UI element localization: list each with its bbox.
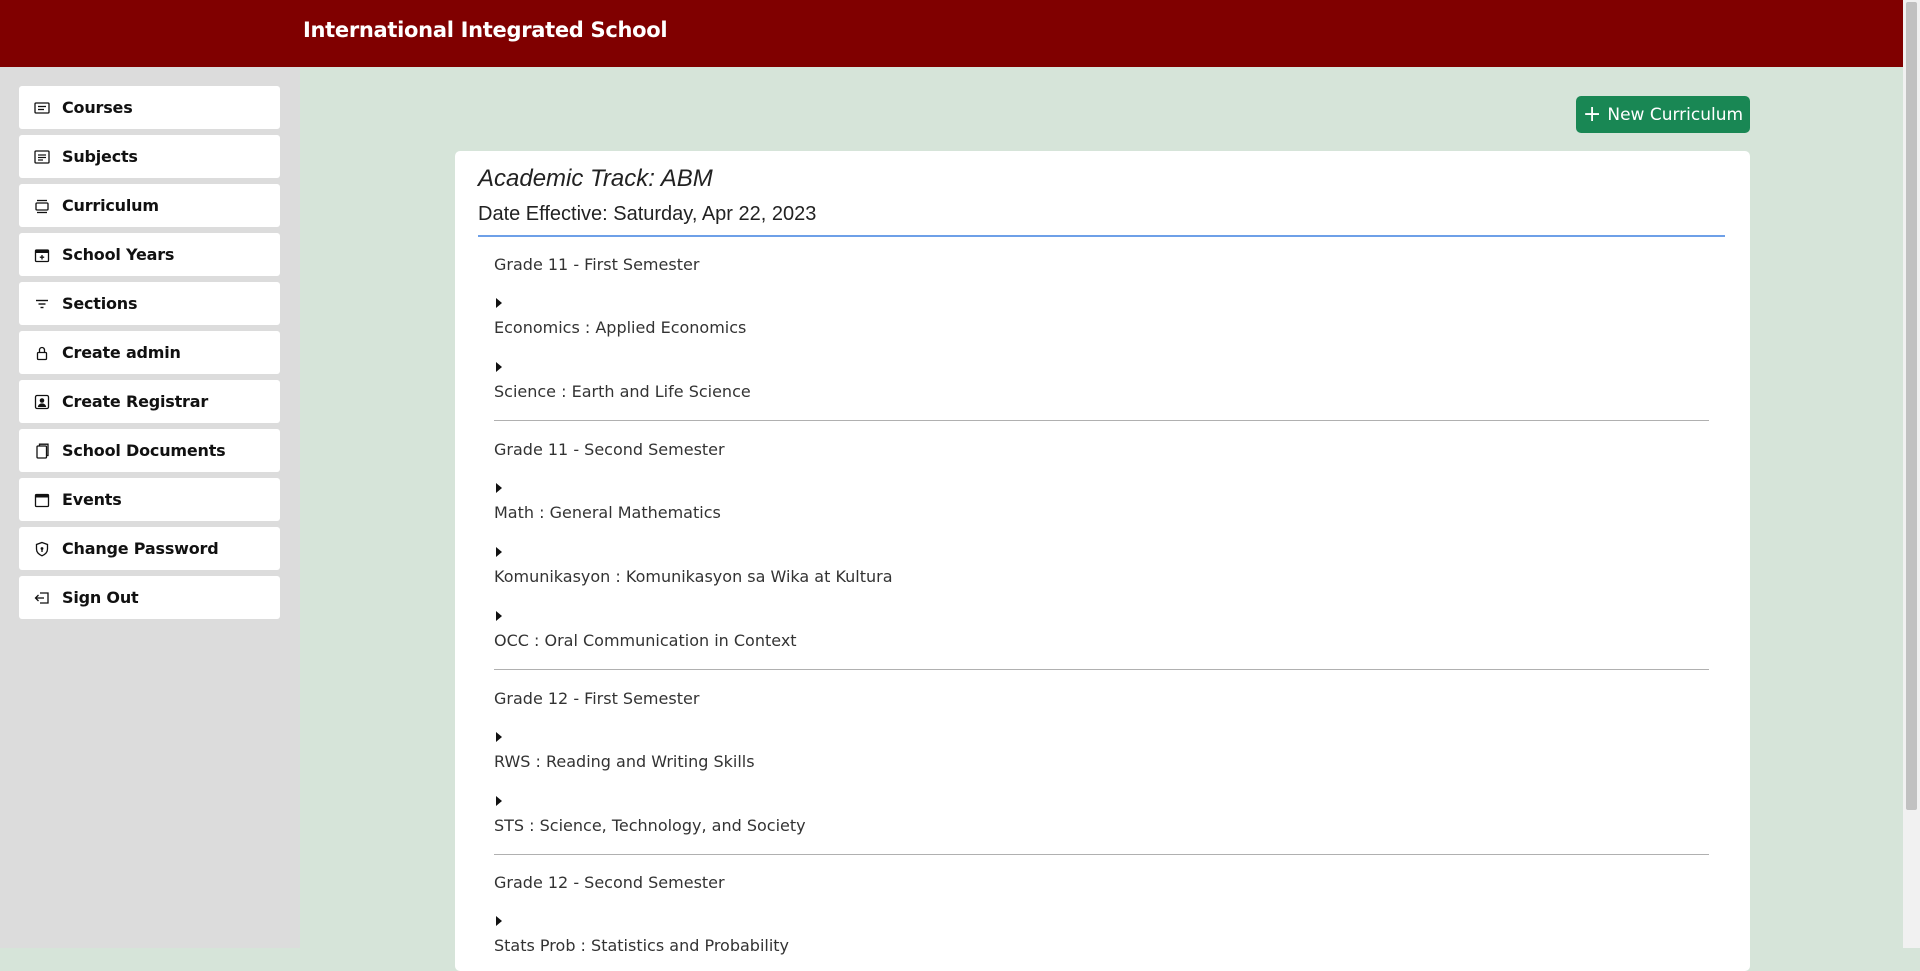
curriculum-card: Academic Track: ABM Date Effective: Satu… [455, 151, 1750, 971]
sidebar-item-label: Sign Out [62, 588, 139, 607]
sidebar-item-label: School Years [62, 245, 175, 264]
lock-icon [34, 345, 50, 361]
sidebar-item-subjects[interactable]: Subjects [19, 135, 280, 178]
expand-caret-icon[interactable] [496, 796, 502, 806]
sidebar-item-sign-out[interactable]: Sign Out [19, 576, 280, 619]
sidebar: Courses Subjects Curriculum School Years… [0, 67, 300, 948]
date-effective: Date Effective: Saturday, Apr 22, 2023 [478, 203, 817, 225]
subject-item: OCC : Oral Communication in Context [494, 631, 797, 650]
expand-caret-icon[interactable] [496, 611, 502, 621]
expand-caret-icon[interactable] [496, 916, 502, 926]
person-badge-icon [34, 394, 50, 410]
sidebar-item-label: Subjects [62, 147, 138, 166]
expand-caret-icon[interactable] [496, 362, 502, 372]
new-curriculum-button[interactable]: + New Curriculum [1576, 96, 1750, 133]
sign-out-icon [34, 590, 50, 606]
academic-track-title: Academic Track: ABM [478, 165, 713, 192]
semester-title: Grade 12 - Second Semester [494, 873, 725, 892]
sidebar-item-label: Curriculum [62, 196, 159, 215]
calendar-plus-icon [34, 247, 50, 263]
subject-item: Math : General Mathematics [494, 503, 721, 522]
subjects-icon [34, 149, 50, 165]
expand-caret-icon[interactable] [496, 298, 502, 308]
calendar-icon [34, 492, 50, 508]
sidebar-item-courses[interactable]: Courses [19, 86, 280, 129]
semester-title: Grade 11 - First Semester [494, 255, 700, 274]
filter-icon [34, 296, 50, 312]
sidebar-item-label: Change Password [62, 539, 219, 558]
subject-item: STS : Science, Technology, and Society [494, 816, 806, 835]
sidebar-item-label: Create admin [62, 343, 181, 362]
subject-item: RWS : Reading and Writing Skills [494, 752, 755, 771]
sidebar-item-create-admin[interactable]: Create admin [19, 331, 280, 374]
sidebar-item-label: Create Registrar [62, 392, 209, 411]
expand-caret-icon[interactable] [496, 732, 502, 742]
top-bar: International Integrated School [0, 0, 1903, 67]
sidebar-item-curriculum[interactable]: Curriculum [19, 184, 280, 227]
sidebar-item-events[interactable]: Events [19, 478, 280, 521]
courses-icon [34, 100, 50, 116]
semester-title: Grade 11 - Second Semester [494, 440, 725, 459]
title-underline [478, 235, 1725, 237]
sidebar-item-school-years[interactable]: School Years [19, 233, 280, 276]
sidebar-item-label: Courses [62, 98, 133, 117]
sidebar-item-sections[interactable]: Sections [19, 282, 280, 325]
semester-divider [494, 854, 1709, 855]
sidebar-item-label: School Documents [62, 441, 226, 460]
sidebar-item-label: Sections [62, 294, 138, 313]
semester-divider [494, 420, 1709, 421]
subject-item: Stats Prob : Statistics and Probability [494, 936, 790, 955]
sidebar-item-create-registrar[interactable]: Create Registrar [19, 380, 280, 423]
scrollbar-thumb[interactable] [1906, 2, 1917, 810]
sidebar-item-school-documents[interactable]: School Documents [19, 429, 280, 472]
curriculum-icon [34, 198, 50, 214]
expand-caret-icon[interactable] [496, 483, 502, 493]
subject-item: Economics : Applied Economics [494, 318, 747, 337]
plus-icon: + [1582, 101, 1602, 127]
sidebar-item-label: Events [62, 490, 122, 509]
semester-title: Grade 12 - First Semester [494, 689, 700, 708]
sidebar-item-change-password[interactable]: Change Password [19, 527, 280, 570]
documents-icon [34, 443, 50, 459]
page-scrollbar[interactable] [1903, 0, 1920, 948]
school-name: International Integrated School [303, 18, 668, 42]
semester-divider [494, 669, 1709, 670]
expand-caret-icon[interactable] [496, 547, 502, 557]
subject-item: Komunikasyon : Komunikasyon sa Wika at K… [494, 567, 893, 586]
subject-item: Science : Earth and Life Science [494, 382, 751, 401]
shield-icon [34, 541, 50, 557]
new-curriculum-label: New Curriculum [1607, 104, 1744, 125]
